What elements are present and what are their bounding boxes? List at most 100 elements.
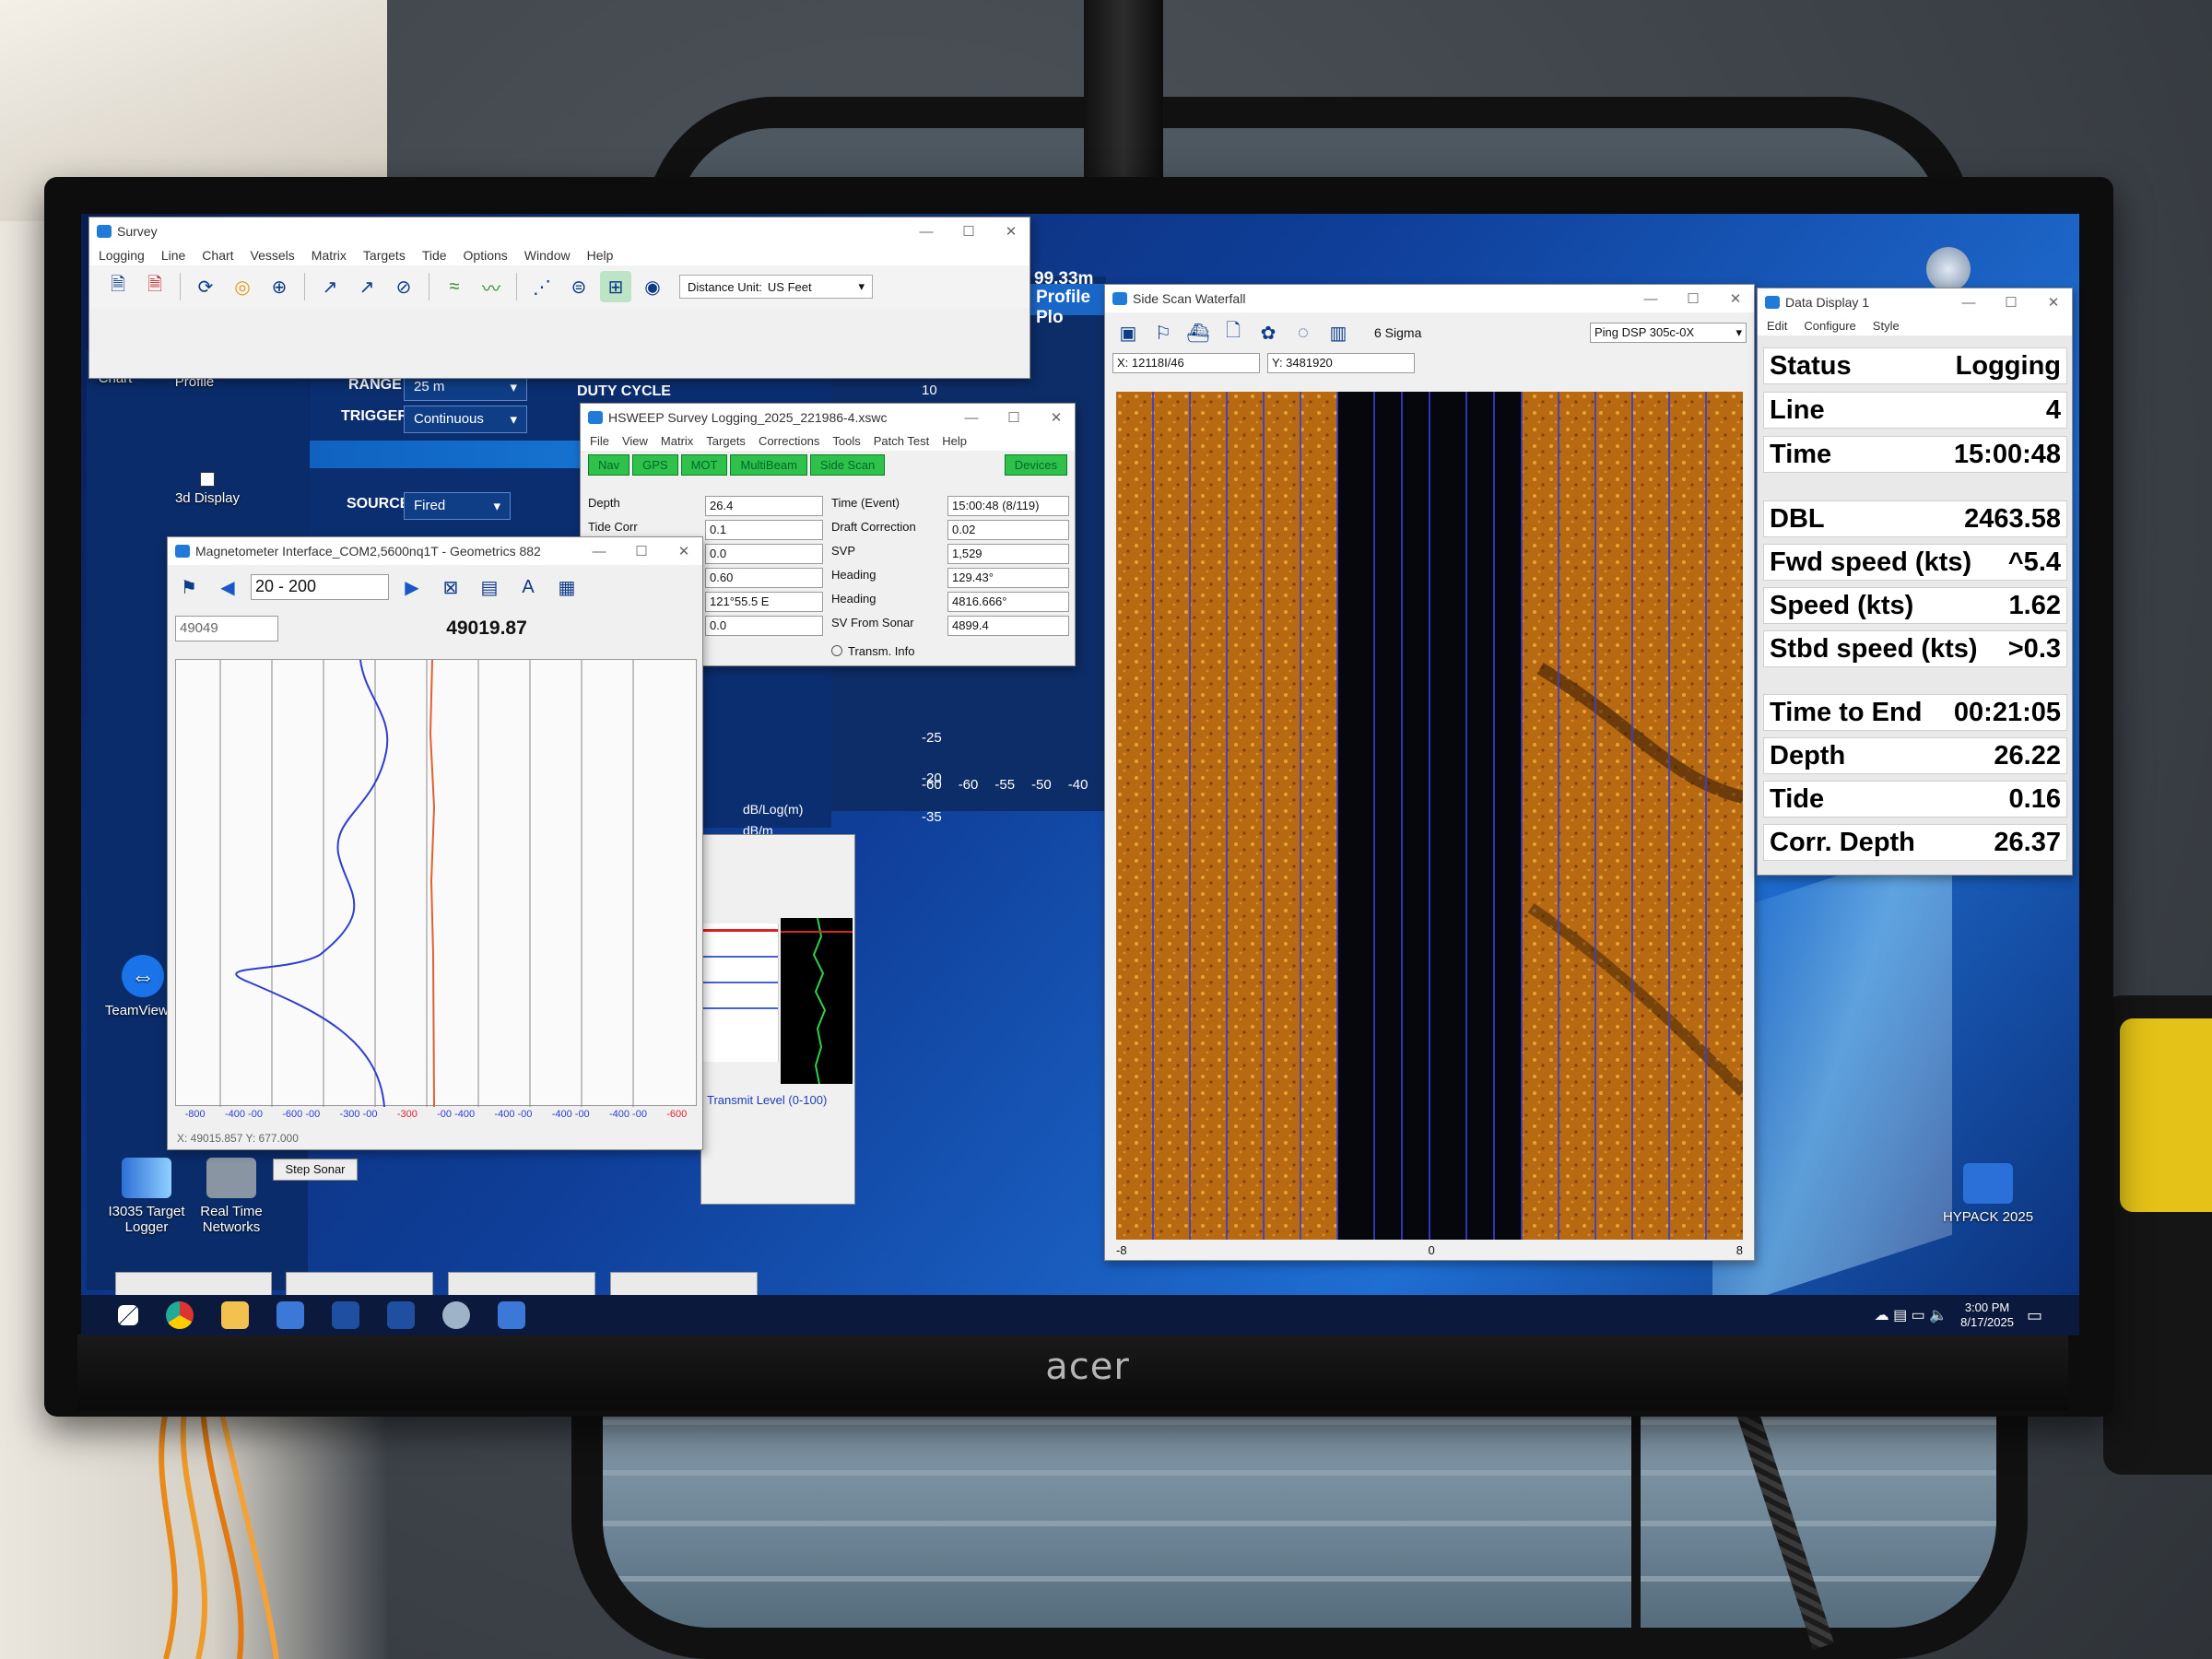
new-log-icon[interactable]: 🗎 [102,271,134,302]
minimized-window[interactable] [286,1272,433,1296]
hsweep-menubar: File View Matrix Targets Corrections Too… [581,431,1075,451]
menu-help[interactable]: Help [587,248,614,263]
distance-unit-select[interactable]: Distance Unit: US Feet ▾ [679,275,873,299]
minimize-icon[interactable]: — [1632,291,1669,307]
app-taskbar-icon[interactable] [387,1301,415,1329]
wave-icon[interactable]: 〰 [476,271,507,302]
menu-help[interactable]: Help [942,434,967,448]
data-row-stbd-speed: Stbd speed (kts) >0.3 [1763,630,2067,667]
menu-patch-test[interactable]: Patch Test [874,434,929,448]
folder-icon[interactable] [221,1301,249,1329]
app-taskbar-icon[interactable] [332,1301,359,1329]
palette-icon[interactable]: ✿ [1253,317,1284,348]
app-taskbar-icon[interactable] [442,1301,470,1329]
tide-icon[interactable]: ≈ [439,271,470,302]
notification-icon[interactable]: ▭ [2027,1306,2042,1325]
save-icon[interactable]: ▣ [1112,317,1144,348]
minimized-window[interactable] [448,1272,595,1296]
data-row-line: Line 4 [1763,392,2067,429]
ping-select[interactable]: Ping DSP 305c-0X ▾ [1590,323,1747,343]
menu-vessels[interactable]: Vessels [251,248,295,263]
user-avatar-icon[interactable] [1926,247,1971,291]
maximize-icon[interactable]: ☐ [995,409,1032,426]
minimized-window[interactable] [115,1272,272,1296]
status-multibeam: MultiBeam [730,454,807,476]
minimize-icon[interactable]: — [1950,295,1987,311]
balloon-icon[interactable]: ◌ [1288,317,1319,348]
crosshair-icon[interactable]: ⊕ [264,271,295,302]
minimize-icon[interactable]: — [908,224,945,240]
desktop-icon-3d-display[interactable]: 3d Display [147,472,267,506]
step-sonar-button[interactable]: Step Sonar [273,1159,358,1181]
arrow-left-icon[interactable]: ◀ [212,571,243,603]
close-icon[interactable]: ✕ [993,223,1030,240]
menu-logging[interactable]: Logging [99,248,145,263]
minimize-icon[interactable]: — [581,544,618,559]
range-input[interactable]: 20 - 200 [251,574,389,600]
fit-icon[interactable]: ⊠ [435,571,466,603]
menu-targets[interactable]: Targets [706,434,746,448]
flag-icon[interactable]: ⚑ [173,571,205,603]
windows-start-icon[interactable] [118,1305,138,1325]
menu-configure[interactable]: Configure [1804,319,1855,333]
minimized-window[interactable] [610,1272,758,1296]
close-icon[interactable]: ✕ [1717,290,1754,307]
data-icon[interactable]: ⊜ [563,271,594,302]
minimize-icon[interactable]: — [953,410,990,426]
close-icon[interactable]: ✕ [2035,294,2072,311]
font-icon[interactable]: A [512,571,544,603]
maximize-icon[interactable]: ☐ [1993,294,2030,311]
devices-button[interactable]: Devices [1004,454,1067,476]
desktop-icon-hypack[interactable]: HYPACK 2025 [1928,1163,2048,1225]
menu-tools[interactable]: Tools [832,434,860,448]
menu-style[interactable]: Style [1873,319,1900,333]
menu-options[interactable]: Options [464,248,508,263]
side-scan-waterfall-image[interactable] [1116,392,1747,1240]
tray-icons[interactable]: ☁ ▤ ▭ 🔈 [1875,1306,1948,1324]
menu-chart[interactable]: Chart [202,248,233,263]
rotate-icon[interactable]: ⟳ [190,271,221,302]
menu-line[interactable]: Line [161,248,185,263]
chrome-icon[interactable] [166,1301,194,1329]
broadcast-icon[interactable]: ◉ [637,271,668,302]
grid-icon[interactable]: ▦ [551,571,582,603]
arrow-right-icon[interactable]: ▶ [396,571,428,603]
flag-icon[interactable]: ⚐ [1147,317,1179,348]
spin-value-input[interactable]: 49049 [175,616,278,641]
filter-icon[interactable]: ⋰ [526,271,558,302]
clock[interactable]: 3:00 PM 8/17/2025 [1960,1300,2014,1330]
menu-window[interactable]: Window [524,248,571,263]
source-label: SOURCE [347,496,410,512]
chart-icon[interactable]: ▤ [474,571,505,603]
gain-icon[interactable]: ▥ [1323,317,1354,348]
line-next-icon[interactable]: ↗ [351,271,382,302]
close-icon[interactable]: ✕ [665,543,702,559]
menu-corrections[interactable]: Corrections [759,434,819,448]
zoom-icon[interactable]: ⊘ [388,271,419,302]
hypack-taskbar-icon[interactable] [276,1301,304,1329]
survey-taskbar-icon[interactable] [498,1301,525,1329]
maximize-icon[interactable]: ☐ [623,543,660,559]
menu-matrix[interactable]: Matrix [661,434,693,448]
radio-icon[interactable] [831,645,842,656]
line-select-icon[interactable]: ↗ [314,271,346,302]
boat-icon[interactable]: ⛴ [1182,317,1214,348]
menu-file[interactable]: File [590,434,609,448]
maximize-icon[interactable]: ☐ [1675,290,1712,307]
menu-matrix[interactable]: Matrix [312,248,347,263]
maximize-icon[interactable]: ☐ [950,223,987,240]
data-display-menubar: Edit Configure Style [1758,316,2072,335]
menu-edit[interactable]: Edit [1767,319,1787,333]
center-vessel-icon[interactable]: ⊞ [600,271,631,302]
menu-view[interactable]: View [622,434,648,448]
page-icon[interactable]: 🗋 [1218,317,1249,348]
close-icon[interactable]: ✕ [1038,409,1075,426]
target-icon[interactable]: ◎ [227,271,258,302]
menu-tide[interactable]: Tide [422,248,447,263]
sv-from-sonar-field: 4899.4 [947,616,1069,636]
report-icon[interactable]: 🗎 [139,271,171,302]
profile-window-title[interactable]: Profile Plo [1030,284,1110,327]
source-select[interactable]: Fired ▾ [404,492,511,520]
menu-targets[interactable]: Targets [363,248,406,263]
trigger-select[interactable]: Continuous ▾ [404,406,527,433]
